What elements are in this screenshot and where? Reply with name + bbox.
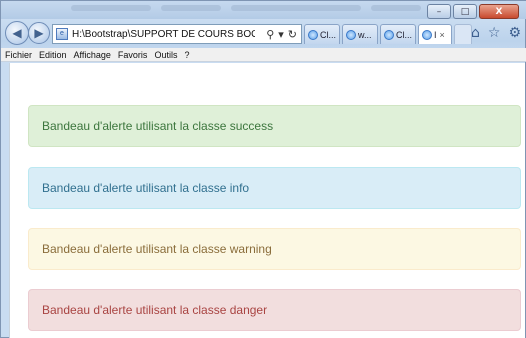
favorites-star-icon[interactable]: ☆ xyxy=(488,25,501,41)
navigation-bar: ◀ ▶ e H:\Bootstrap\SUPPORT DE COURS BOOT… xyxy=(1,20,526,48)
tab-3[interactable]: Cl... xyxy=(380,24,416,44)
alert-danger: Bandeau d'alerte utilisant la classe dan… xyxy=(28,289,521,331)
close-button[interactable]: X xyxy=(479,4,519,19)
menu-outils[interactable]: Outils xyxy=(154,50,177,60)
title-bar: – □ X xyxy=(1,1,526,19)
tab-label: Cl... xyxy=(320,29,337,40)
forward-button[interactable]: ▶ xyxy=(28,22,50,44)
window-controls: – □ X xyxy=(427,4,519,19)
chevron-down-icon[interactable]: ▾ xyxy=(278,28,284,41)
page-content: Bandeau d'alerte utilisant la classe suc… xyxy=(9,63,525,338)
menu-bar: Fichier Edition Affichage Favoris Outils… xyxy=(1,48,526,62)
new-tab-button[interactable] xyxy=(454,24,472,44)
menu-affichage[interactable]: Affichage xyxy=(74,50,111,60)
alert-success: Bandeau d'alerte utilisant la classe suc… xyxy=(28,105,521,147)
title-blur xyxy=(371,5,421,11)
ie-icon xyxy=(346,29,356,40)
tab-2[interactable]: w... xyxy=(342,24,378,44)
title-blur xyxy=(71,5,151,11)
tab-strip: Cl... w... Cl... I × xyxy=(304,24,472,44)
alert-warning: Bandeau d'alerte utilisant la classe war… xyxy=(28,228,521,270)
home-icon[interactable]: ⌂ xyxy=(471,25,480,41)
tab-label: I xyxy=(434,29,437,40)
tab-close-icon[interactable]: × xyxy=(440,30,445,40)
refresh-icon[interactable]: ↻ xyxy=(288,28,297,41)
settings-gear-icon[interactable]: ⚙ xyxy=(508,25,521,41)
toolbar-icons: ⌂ ☆ ⚙ xyxy=(471,25,521,41)
back-button[interactable]: ◀ xyxy=(5,21,29,45)
forward-arrow-icon: ▶ xyxy=(34,26,44,40)
tab-label: w... xyxy=(358,29,372,40)
ie-icon xyxy=(308,29,318,40)
browser-window: – □ X ◀ ▶ e H:\Bootstrap\SUPPORT DE COUR… xyxy=(0,0,526,338)
back-arrow-icon: ◀ xyxy=(12,26,22,40)
address-text: H:\Bootstrap\SUPPORT DE COURS BOOTSTI xyxy=(72,28,255,40)
alert-info-text: Bandeau d'alerte utilisant la classe inf… xyxy=(42,181,250,195)
title-blur xyxy=(231,5,361,11)
tab-label: Cl... xyxy=(396,29,413,40)
alert-warning-text: Bandeau d'alerte utilisant la classe war… xyxy=(42,242,272,256)
address-controls: ⚲ ▾ ↻ xyxy=(255,28,301,41)
alert-danger-text: Bandeau d'alerte utilisant la classe dan… xyxy=(42,303,268,317)
maximize-button[interactable]: □ xyxy=(453,4,477,19)
minimize-button[interactable]: – xyxy=(427,4,451,19)
alert-info: Bandeau d'alerte utilisant la classe inf… xyxy=(28,167,521,209)
title-blur xyxy=(161,5,221,11)
alert-success-text: Bandeau d'alerte utilisant la classe suc… xyxy=(42,119,274,133)
page-icon: e xyxy=(56,28,68,40)
menu-help[interactable]: ? xyxy=(184,50,189,60)
ie-icon xyxy=(422,29,432,40)
tab-4-active[interactable]: I × xyxy=(418,24,452,44)
menu-favoris[interactable]: Favoris xyxy=(118,50,148,60)
menu-fichier[interactable]: Fichier xyxy=(5,50,32,60)
search-icon[interactable]: ⚲ xyxy=(266,28,274,41)
menu-edition[interactable]: Edition xyxy=(39,50,67,60)
tab-1[interactable]: Cl... xyxy=(304,24,340,44)
ie-icon xyxy=(384,29,394,40)
address-bar[interactable]: e H:\Bootstrap\SUPPORT DE COURS BOOTSTI … xyxy=(52,24,302,44)
